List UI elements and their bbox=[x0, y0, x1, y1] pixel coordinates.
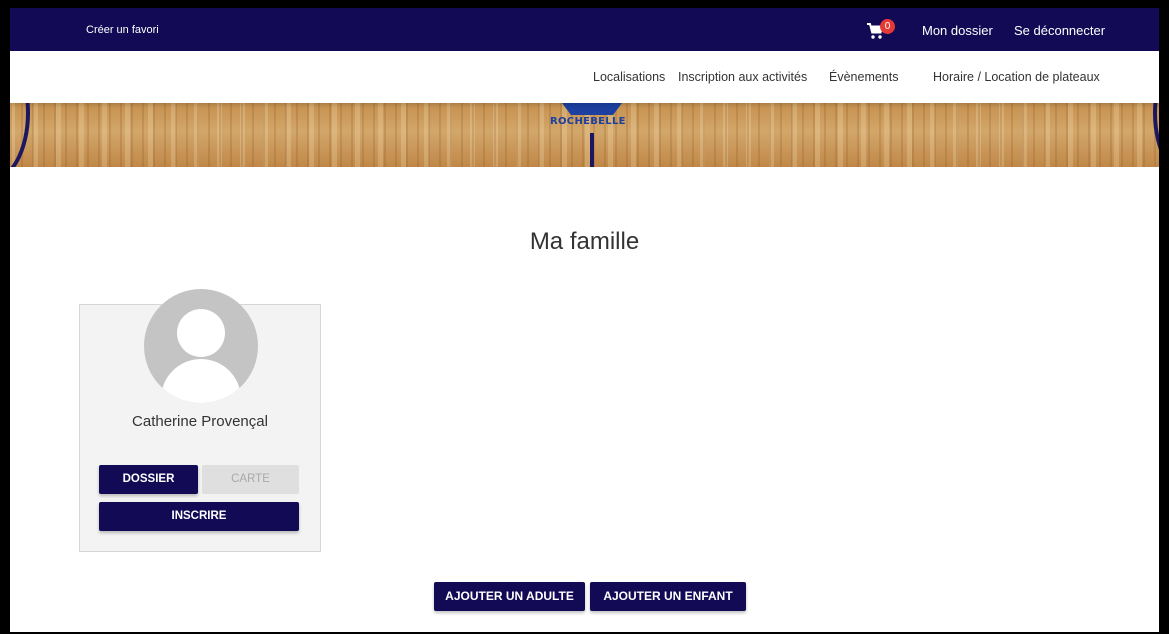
avatar-head bbox=[177, 309, 225, 357]
member-card: Catherine Provençal DOSSIER CARTE INSCRI… bbox=[79, 289, 321, 552]
browser-viewport: Créer un favori 0 Mon dossier Se déconne… bbox=[10, 8, 1159, 632]
court-line-center bbox=[590, 133, 594, 167]
main-nav: Localisations Inscription aux activités … bbox=[10, 51, 1159, 103]
logout-link[interactable]: Se déconnecter bbox=[1014, 23, 1105, 38]
nav-item-events[interactable]: Évènements bbox=[829, 70, 898, 84]
hero-banner: ROCHEBELLE bbox=[10, 103, 1159, 167]
member-name: Catherine Provençal bbox=[132, 413, 268, 430]
card-button[interactable]: CARTE bbox=[202, 465, 299, 494]
cart-count-badge: 0 bbox=[880, 19, 895, 34]
nav-item-locations[interactable]: Localisations bbox=[593, 70, 665, 84]
top-bar: Créer un favori 0 Mon dossier Se déconne… bbox=[10, 8, 1159, 51]
court-line-right bbox=[1153, 103, 1159, 167]
create-favorite-link[interactable]: Créer un favori bbox=[86, 24, 159, 36]
avatar bbox=[144, 289, 258, 403]
court-line-left bbox=[10, 103, 30, 167]
add-child-button[interactable]: AJOUTER UN ENFANT bbox=[590, 582, 746, 611]
register-button[interactable]: INSCRIRE bbox=[99, 502, 299, 531]
my-file-link[interactable]: Mon dossier bbox=[922, 23, 993, 38]
nav-item-activity-registration[interactable]: Inscription aux activités bbox=[678, 70, 807, 84]
cart-button[interactable]: 0 bbox=[866, 19, 896, 43]
nav-item-schedule-rental[interactable]: Horaire / Location de plateaux bbox=[933, 70, 1100, 84]
rochebelle-logo-mark bbox=[562, 103, 622, 115]
avatar-body bbox=[161, 359, 241, 403]
page-title: Ma famille bbox=[529, 228, 640, 255]
add-adult-button[interactable]: AJOUTER UN ADULTE bbox=[434, 582, 585, 611]
rochebelle-logo: ROCHEBELLE bbox=[550, 116, 626, 127]
dossier-button[interactable]: DOSSIER bbox=[99, 465, 198, 494]
